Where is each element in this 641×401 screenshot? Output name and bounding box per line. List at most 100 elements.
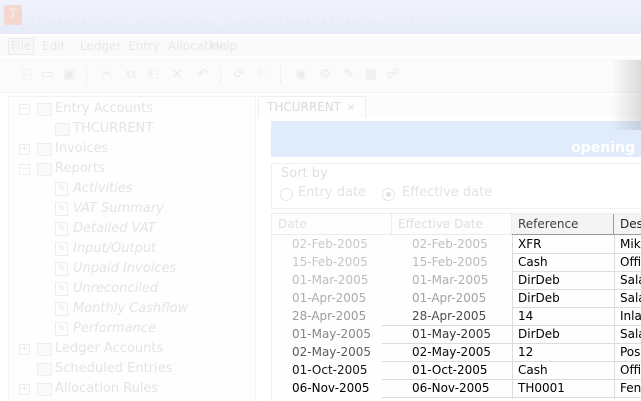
account-banner: opening <box>271 121 641 157</box>
table-cell[interactable]: 06-Nov-2005 <box>272 380 392 398</box>
table-cell[interactable]: 01-Oct-2005 <box>392 362 512 380</box>
folder-icon <box>37 383 52 396</box>
table-cell[interactable]: 06-Nov-2005 <box>392 380 512 398</box>
refresh-icon[interactable]: ⟳ <box>232 68 246 82</box>
tree-item-input-output[interactable]: ✎ Input/Output <box>19 241 249 259</box>
effective-date-label[interactable]: Effective date <box>402 185 492 200</box>
table-cell[interactable]: Sala <box>614 290 641 308</box>
menu-ledger[interactable]: Ledger <box>80 39 121 54</box>
table-cell[interactable]: 14 <box>512 308 614 326</box>
tree-item-scheduled-entries[interactable]: Scheduled Entries <box>19 361 249 379</box>
collapse-icon[interactable]: − <box>19 164 30 175</box>
allocate-icon[interactable]: ☍ <box>386 68 400 82</box>
grid-icon[interactable]: ▦ <box>364 68 378 82</box>
pdf-icon[interactable]: ⚐ <box>256 68 270 82</box>
collapse-icon[interactable]: − <box>19 104 30 115</box>
table-cell[interactable]: Offic <box>614 362 641 380</box>
tree-item-label: Unreconciled <box>73 281 159 296</box>
tree-item-label: Detailed VAT <box>73 221 156 236</box>
table-cell[interactable]: Sala <box>614 326 641 344</box>
chart-icon[interactable]: ◉ <box>294 68 308 82</box>
table-cell[interactable]: 02-May-2005 <box>272 344 392 362</box>
table-cell[interactable]: Sala <box>614 272 641 290</box>
folder-icon <box>37 343 52 356</box>
tree-item-invoices[interactable]: + Invoices <box>19 141 249 159</box>
tree-item-thcurrent[interactable]: THCURRENT <box>19 121 249 139</box>
menu-entry[interactable]: Entry <box>128 39 160 54</box>
table-cell[interactable]: Pos <box>614 344 641 362</box>
table-cell[interactable]: DirDeb <box>512 326 614 344</box>
tree-item-vat-summary[interactable]: ✎ VAT Summary <box>19 201 249 219</box>
table-cell[interactable]: Cash <box>512 362 614 380</box>
entry-date-label[interactable]: Entry date <box>298 185 366 200</box>
table-cell[interactable]: Inlan <box>614 308 641 326</box>
table-cell[interactable]: DirDeb <box>512 290 614 308</box>
toolbar: ⎘ ▭ ▣ ✂ ⧉ ⎗ ✕ ↶ ⟳ ⚐ ◉ ⚙ ✎ ▦ ☍ <box>0 58 641 93</box>
table-cell[interactable]: XFR <box>512 236 614 254</box>
table-cell[interactable]: 01-Apr-2005 <box>392 290 512 308</box>
tree-item-detailed-vat[interactable]: ✎ Detailed VAT <box>19 221 249 239</box>
column-header-effective-date[interactable]: Effective Date <box>392 214 512 235</box>
tree-item-label: Unpaid Invoices <box>73 261 177 276</box>
open-icon[interactable]: ▭ <box>40 68 54 82</box>
copy-icon[interactable]: ⧉ <box>124 68 138 82</box>
tab-thcurrent[interactable]: THCURRENT ✕ <box>258 96 366 118</box>
table-cell[interactable]: 02-Feb-2005 <box>272 236 392 254</box>
column-header-date[interactable]: Date <box>272 214 392 235</box>
table-cell[interactable]: 01-Apr-2005 <box>272 290 392 308</box>
tree-item-performance[interactable]: ✎ Performance <box>19 321 249 339</box>
tree-item-unreconciled[interactable]: ✎ Unreconciled <box>19 281 249 299</box>
table-cell[interactable]: 28-Apr-2005 <box>272 308 392 326</box>
table-cell[interactable]: 02-May-2005 <box>392 344 512 362</box>
tree-item-label: Ledger Accounts <box>55 341 164 356</box>
tree-item-allocation-rules[interactable]: + Allocation Rules <box>19 381 249 399</box>
new-icon[interactable]: ⎘ <box>20 68 34 82</box>
table-cell[interactable]: 01-Mar-2005 <box>392 272 512 290</box>
navigator-panel: − Entry Accounts THCURRENT + Invoices − … <box>8 96 256 401</box>
undo-icon[interactable]: ↶ <box>196 68 210 82</box>
expand-icon[interactable]: + <box>19 344 30 355</box>
report-icon[interactable]: ⚙ <box>318 68 332 82</box>
column-header-description[interactable]: Description <box>614 214 641 235</box>
table-cell[interactable]: 15-Feb-2005 <box>392 254 512 272</box>
tree-item-unpaid-invoices[interactable]: ✎ Unpaid Invoices <box>19 261 249 279</box>
account-icon <box>55 123 70 136</box>
cut-icon[interactable]: ✂ <box>100 68 114 82</box>
menu-edit[interactable]: Edit <box>42 39 65 54</box>
entry-date-radio[interactable] <box>280 188 293 201</box>
table-cell[interactable]: DirDeb <box>512 272 614 290</box>
table-cell[interactable]: 12 <box>512 344 614 362</box>
table-cell[interactable]: 01-Mar-2005 <box>272 272 392 290</box>
banner-text: opening <box>571 140 635 156</box>
menu-help[interactable]: Help <box>210 39 237 54</box>
table-cell[interactable]: 28-Apr-2005 <box>392 308 512 326</box>
tree-item-reports[interactable]: − Reports <box>19 161 249 179</box>
table-cell[interactable]: Cash <box>512 254 614 272</box>
tree-item-ledger-accounts[interactable]: + Ledger Accounts <box>19 341 249 359</box>
table-cell[interactable]: Fen <box>614 380 641 398</box>
table-cell[interactable]: 01-May-2005 <box>392 326 512 344</box>
settings-icon[interactable]: ✎ <box>342 68 356 82</box>
delete-icon[interactable]: ✕ <box>170 68 184 82</box>
paste-icon[interactable]: ⎗ <box>146 68 160 82</box>
toolbar-separator <box>86 66 87 84</box>
close-icon[interactable]: ✕ <box>347 103 355 114</box>
menu-file[interactable]: File <box>8 38 35 55</box>
table-cell[interactable]: 01-Oct-2005 <box>272 362 392 380</box>
table-cell[interactable]: Mike <box>614 236 641 254</box>
tree-item-monthly-cashflow[interactable]: ✎ Monthly Cashflow <box>19 301 249 319</box>
report-icon: ✎ <box>55 262 68 276</box>
table-cell[interactable]: Offic <box>614 254 641 272</box>
tree-item-activities[interactable]: ✎ Activities <box>19 181 249 199</box>
expand-icon[interactable]: + <box>19 384 30 395</box>
expand-icon[interactable]: + <box>19 144 30 155</box>
save-icon[interactable]: ▣ <box>62 68 76 82</box>
effective-date-radio[interactable] <box>382 188 395 201</box>
table-cell[interactable]: 02-Feb-2005 <box>392 236 512 254</box>
tree-item-entry-accounts[interactable]: − Entry Accounts <box>19 101 249 119</box>
table-cell[interactable]: TH0001 <box>512 380 614 398</box>
column-header-reference[interactable]: Reference <box>512 214 614 235</box>
report-icon: ✎ <box>55 222 68 236</box>
table-cell[interactable]: 01-May-2005 <box>272 326 392 344</box>
table-cell[interactable]: 15-Feb-2005 <box>272 254 392 272</box>
